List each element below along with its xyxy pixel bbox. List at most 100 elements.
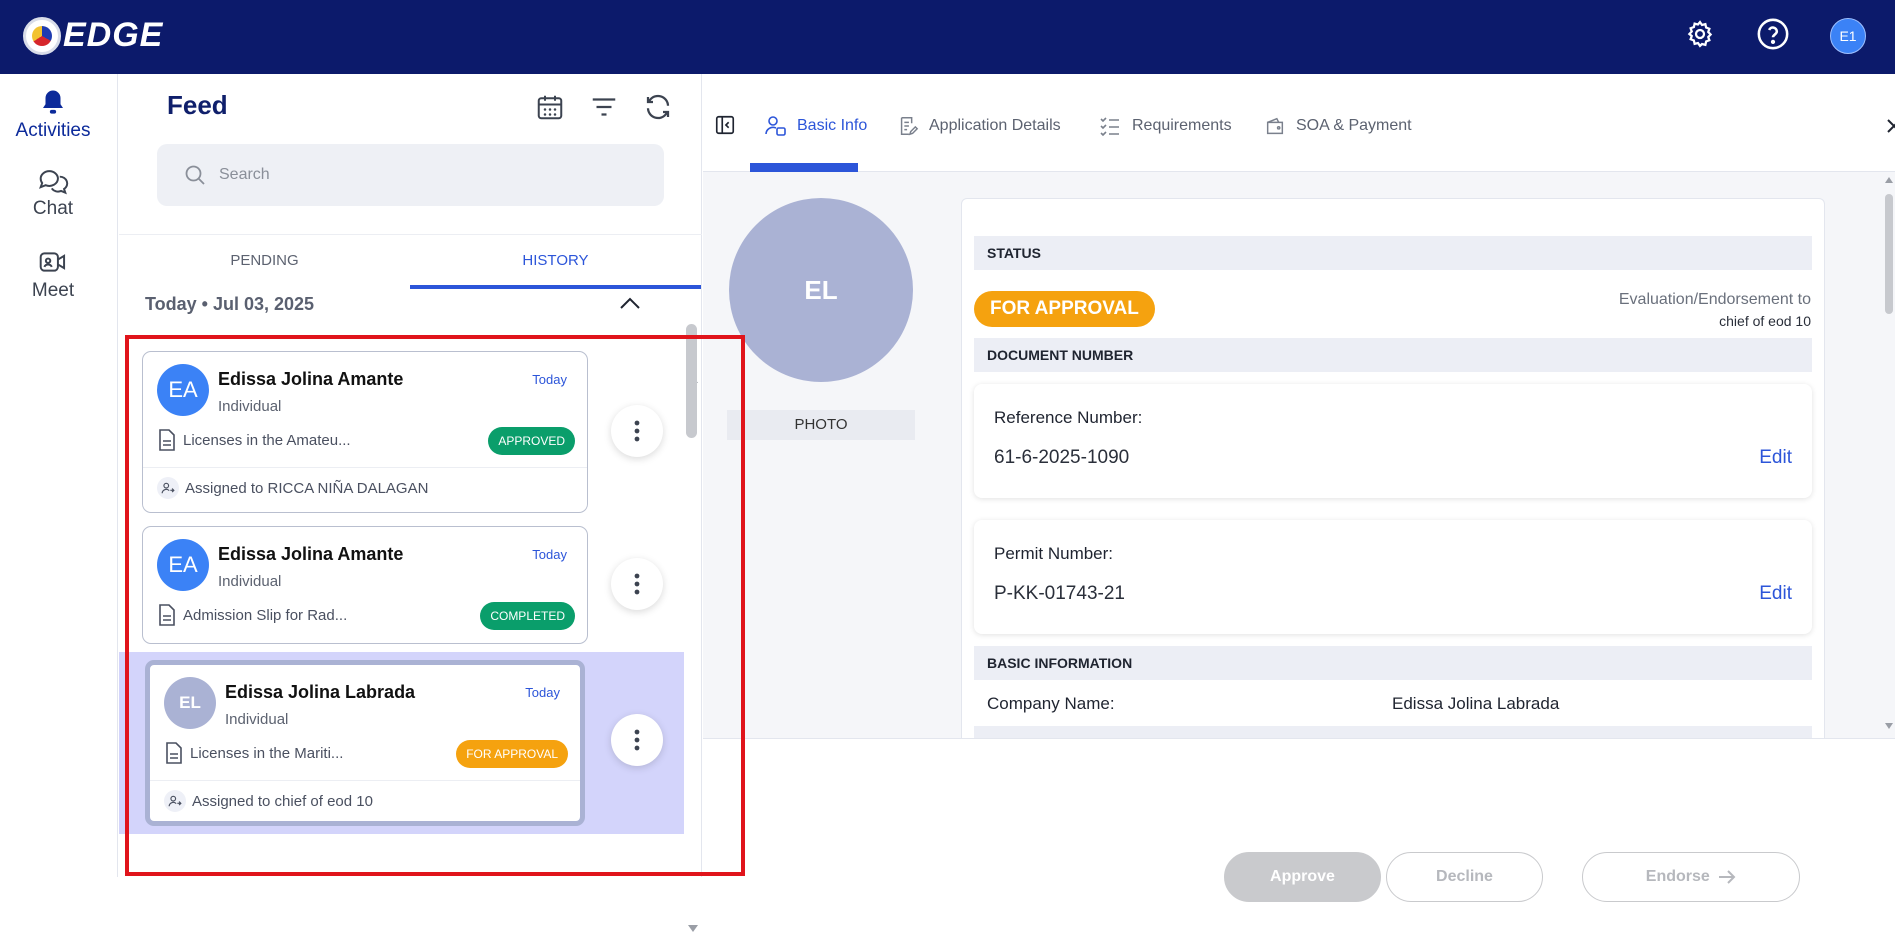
company-name-value: Edissa Jolina Labrada xyxy=(1392,694,1560,713)
basic-information-section-header: BASIC INFORMATION xyxy=(974,646,1812,680)
detail-tabs: Basic Info Application Details Requireme… xyxy=(703,74,1895,172)
avatar: EA xyxy=(157,364,209,416)
evaluation-target: chief of eod 10 xyxy=(1719,313,1811,329)
address-section-header: ADDRESS xyxy=(974,726,1812,738)
assignment-row: Assigned to chief of eod 10 xyxy=(164,790,373,812)
wallet-icon xyxy=(1266,117,1284,135)
permit-number-value: P-KK-01743-21 xyxy=(994,583,1125,604)
info-panel: STATUS FOR APPROVAL Evaluation/Endorseme… xyxy=(961,198,1825,738)
photo-label: PHOTO xyxy=(727,410,915,440)
document-row: Admission Slip for Rad... xyxy=(157,603,347,627)
reference-number-label: Reference Number: xyxy=(994,408,1143,427)
chevron-up-icon[interactable] xyxy=(619,296,641,315)
nav-meet-label: Meet xyxy=(31,280,75,301)
tab-history[interactable]: HISTORY xyxy=(410,235,701,289)
side-navigation: Activities Chat Meet xyxy=(0,74,118,877)
endorse-button[interactable]: Endorse xyxy=(1582,852,1800,902)
document-icon xyxy=(159,604,175,626)
more-options-button[interactable] xyxy=(611,405,663,457)
applicant-name: Edissa Jolina Amante xyxy=(218,544,404,564)
company-name-label: Company Name: xyxy=(987,694,1115,713)
nav-chat-label: Chat xyxy=(32,198,74,219)
tab-basic-info[interactable]: Basic Info xyxy=(763,114,867,138)
calendar-icon[interactable] xyxy=(535,92,565,122)
tab-basic-info-label: Basic Info xyxy=(797,117,868,134)
document-icon xyxy=(166,742,182,764)
card-date: Today xyxy=(525,685,560,700)
assigned-to: Assigned to chief of eod 10 xyxy=(192,792,373,810)
avatar: EA xyxy=(157,539,209,591)
permit-number-label: Permit Number: xyxy=(994,544,1114,563)
edit-reference-button[interactable]: Edit xyxy=(1759,447,1792,469)
detail-scrollbar-thumb[interactable] xyxy=(1885,194,1893,314)
settings-icon[interactable] xyxy=(1683,17,1717,51)
activity-card[interactable]: EA Edissa Jolina Amante Today Individual… xyxy=(142,526,588,644)
search-box[interactable] xyxy=(157,144,664,206)
status-badge: COMPLETED xyxy=(480,602,575,630)
assign-user-icon xyxy=(157,477,179,499)
nav-meet[interactable]: Meet xyxy=(0,246,106,302)
more-vertical-icon xyxy=(634,573,640,595)
applicant-type: Individual xyxy=(225,711,289,728)
activity-card-selected[interactable]: EL Edissa Jolina Labrada Today Individua… xyxy=(145,660,585,826)
assigned-to: Assigned to RICCA NIÑA DALAGAN xyxy=(185,479,429,497)
document-row: Licenses in the Mariti... xyxy=(164,741,343,765)
assign-user-icon xyxy=(164,790,186,812)
divider xyxy=(150,780,580,781)
document-name: Licenses in the Mariti... xyxy=(190,744,344,762)
tab-application-details[interactable]: Application Details xyxy=(897,114,1061,138)
nav-chat[interactable]: Chat xyxy=(0,166,106,220)
more-options-button[interactable] xyxy=(611,714,663,766)
user-avatar[interactable]: E1 xyxy=(1830,18,1866,54)
approve-button[interactable]: Approve xyxy=(1224,852,1381,902)
nav-activities[interactable]: Activities xyxy=(0,88,106,142)
feed-panel: Feed PENDING HISTORY Today • Jul 03, 202… xyxy=(119,74,702,932)
detail-panel: Basic Info Application Details Requireme… xyxy=(703,74,1895,902)
edit-permit-button[interactable]: Edit xyxy=(1759,583,1792,605)
collapse-panel-icon[interactable] xyxy=(714,114,736,141)
help-icon[interactable] xyxy=(1756,17,1790,51)
action-bar: Approve Decline Endorse xyxy=(703,738,1895,902)
document-icon xyxy=(159,429,175,451)
more-vertical-icon xyxy=(634,729,640,751)
detail-scrollbar[interactable] xyxy=(1883,174,1895,740)
user-card-icon xyxy=(765,116,786,136)
status-badge: APPROVED xyxy=(488,427,575,455)
edit-document-icon xyxy=(900,117,919,136)
video-icon xyxy=(39,252,66,272)
status-badge: FOR APPROVAL xyxy=(974,291,1155,327)
document-row: Licenses in the Amateu... xyxy=(157,428,351,452)
feed-tabs: PENDING HISTORY xyxy=(119,234,702,289)
app-logo[interactable]: EDGE xyxy=(23,16,163,55)
bell-icon xyxy=(43,90,63,114)
divider xyxy=(143,467,587,468)
seal-icon xyxy=(23,16,61,55)
feed-title: Feed xyxy=(167,90,228,120)
document-number-section-header: DOCUMENT NUMBER xyxy=(974,338,1812,372)
more-options-button[interactable] xyxy=(611,558,663,610)
activity-card[interactable]: EA Edissa Jolina Amante Today Individual… xyxy=(142,351,588,513)
checklist-icon xyxy=(1100,117,1119,137)
reference-number-card: Reference Number: 61-6-2025-1090 Edit xyxy=(974,384,1812,498)
applicant-name: Edissa Jolina Amante xyxy=(218,369,404,389)
avatar: EL xyxy=(164,677,216,729)
decline-button[interactable]: Decline xyxy=(1386,852,1543,902)
tab-requirements-label: Requirements xyxy=(1132,117,1232,134)
tab-soa-payment[interactable]: SOA & Payment xyxy=(1264,114,1412,138)
applicant-type: Individual xyxy=(218,573,282,590)
chat-icon xyxy=(39,170,69,195)
evaluation-text: Evaluation/Endorsement to xyxy=(1618,291,1811,308)
more-vertical-icon xyxy=(634,420,640,442)
search-input[interactable] xyxy=(219,162,639,188)
filter-icon[interactable] xyxy=(589,92,619,122)
tab-requirements[interactable]: Requirements xyxy=(1098,114,1232,138)
date-header: Today • Jul 03, 2025 xyxy=(145,294,315,314)
refresh-icon[interactable] xyxy=(643,92,673,122)
close-icon[interactable] xyxy=(1886,118,1895,139)
applicant-type: Individual xyxy=(218,398,282,415)
tab-pending[interactable]: PENDING xyxy=(119,235,410,289)
feed-scrollbar-thumb[interactable] xyxy=(686,324,697,438)
tab-soa-payment-label: SOA & Payment xyxy=(1296,117,1412,134)
applicant-name: Edissa Jolina Labrada xyxy=(225,682,416,702)
permit-number-card: Permit Number: P-KK-01743-21 Edit xyxy=(974,520,1812,634)
